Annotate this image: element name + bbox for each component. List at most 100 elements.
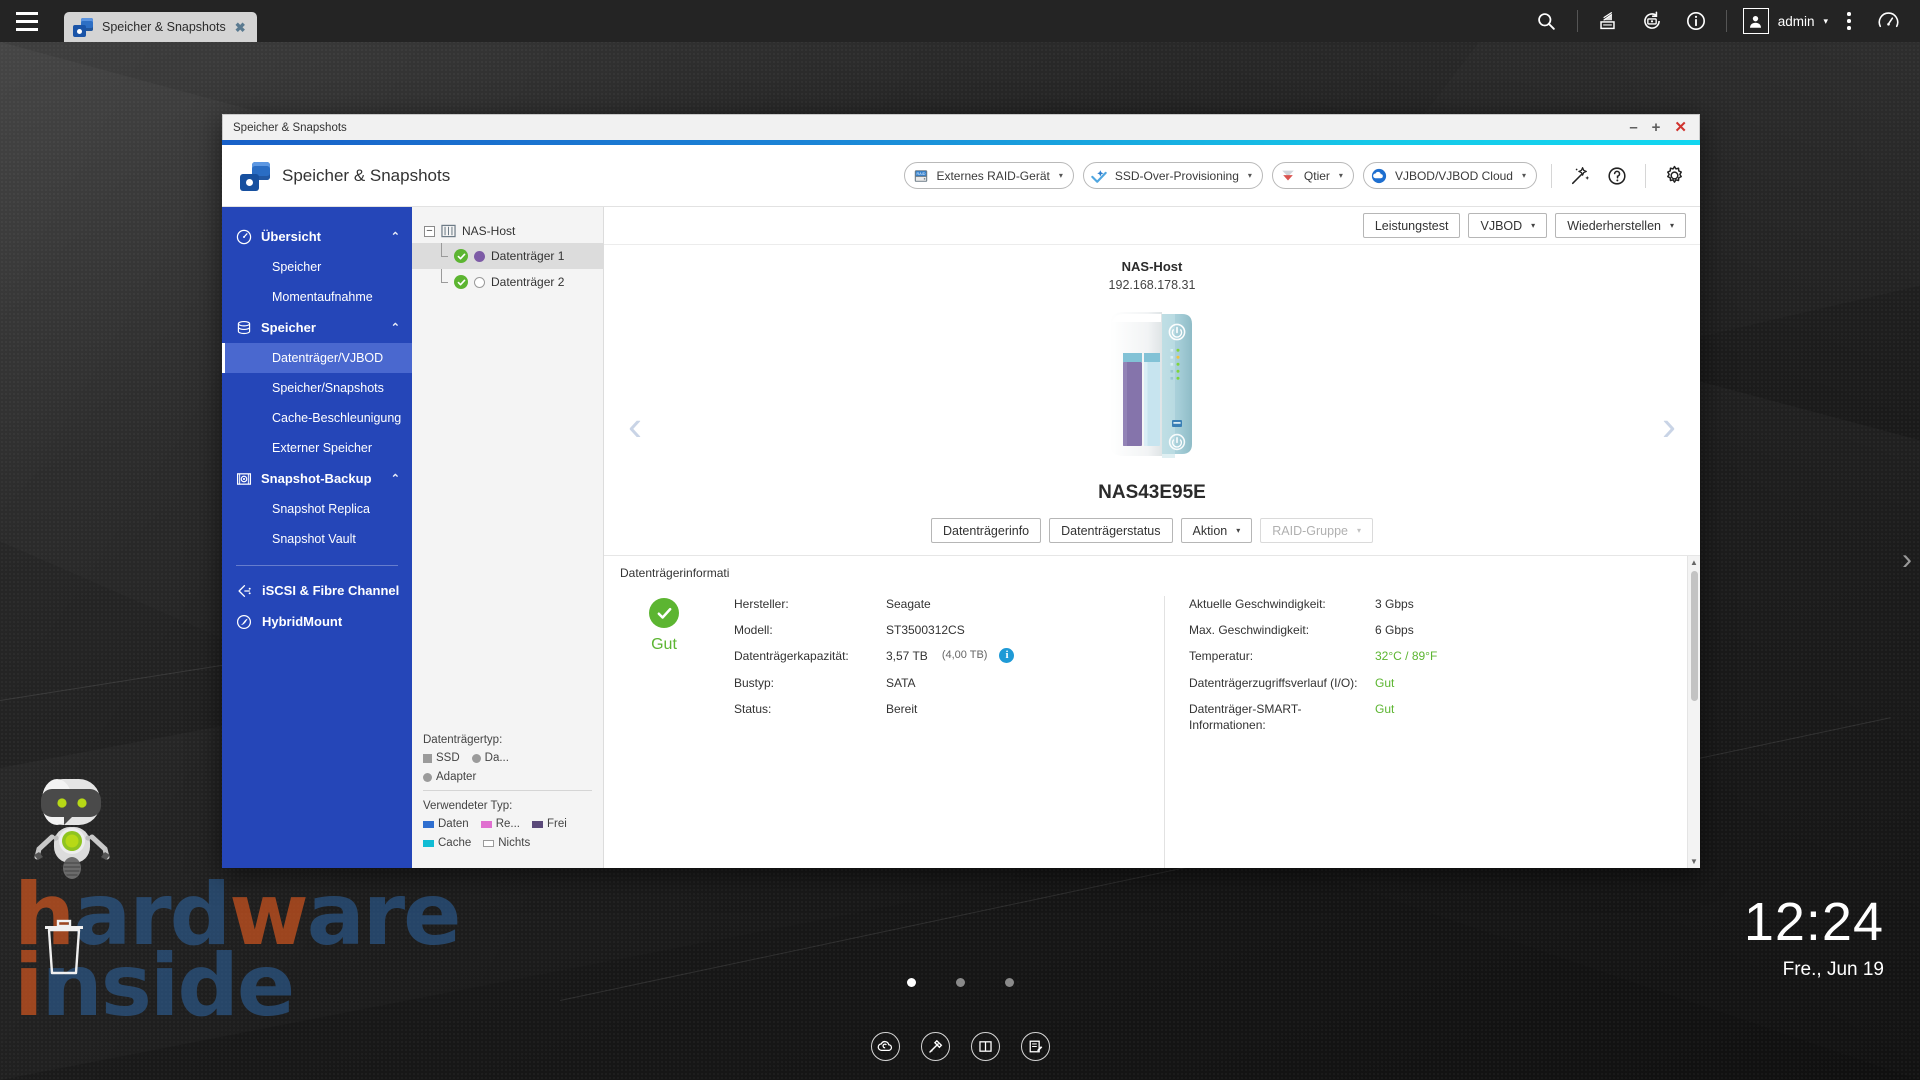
datentraegerstatus-button[interactable]: Datenträgerstatus [1049,518,1173,543]
search-icon[interactable] [1525,0,1569,42]
tree-elbow [438,243,448,269]
sidebar-item-snapshot-vault[interactable]: Snapshot Vault [222,524,412,554]
storage-disks-icon [235,319,252,336]
disk-info-left-column: Hersteller: Seagate Modell: ST3500312CS … [724,596,1164,868]
tree-node-nas-host[interactable]: − NAS-Host [412,219,603,243]
button-label: Leistungstest [1374,218,1449,233]
info-value: 3,57 TB [886,649,928,664]
help-question-icon[interactable] [1603,162,1631,190]
carousel-next-icon[interactable]: › [1662,405,1676,447]
taskbar-tab-speicher-snapshots[interactable]: Speicher & Snapshots ✖ [64,12,257,42]
app-header: Speicher & Snapshots RAID Externes RAID-… [222,145,1700,207]
close-icon[interactable]: ✖ [235,21,246,34]
nas-host-icon [441,224,456,238]
tree-node-datentraeger-2[interactable]: Datenträger 2 [412,269,603,295]
aktion-button[interactable]: Aktion ▾ [1180,518,1253,543]
chevron-down-icon: ▾ [1531,221,1536,230]
sidebar-group-label: Speicher [261,320,316,335]
chevron-up-icon: ⌃ [390,231,400,243]
info-row-modell: Modell: ST3500312CS [734,622,1144,638]
button-label: SSD-Over-Provisioning [1114,168,1239,183]
sidebar-item-speicher-snapshots[interactable]: Speicher/Snapshots [222,373,412,403]
scroll-up-icon[interactable]: ▲ [1688,556,1701,569]
sidebar-group-snapshot-backup[interactable]: Snapshot-Backup ⌃ [222,463,412,494]
info-scrollbar[interactable]: ▲ ▼ [1687,556,1700,868]
wizard-wand-icon[interactable] [1566,162,1594,190]
info-value: ST3500312CS [886,623,965,638]
vjbod-button[interactable]: VJBOD ▾ [1468,213,1548,238]
info-icon[interactable] [1674,0,1718,42]
page-dot[interactable] [955,978,965,987]
info-row-status: Status: Bereit [734,701,1144,717]
tree-collapse-toggle[interactable]: − [424,225,435,237]
watermark-text: are [306,865,462,965]
chevron-down-icon: ▾ [1236,526,1241,535]
overview-gauge-icon [235,228,252,245]
info-key: Hersteller: [734,597,789,611]
sidebar-item-snapshot-replica[interactable]: Snapshot Replica [222,494,412,524]
sidebar-item-cache-beschleunigung[interactable]: Cache-Beschleunigung [222,403,412,433]
leistungstest-button[interactable]: Leistungstest [1362,213,1461,238]
scrollbar-track[interactable] [1688,569,1701,855]
sidebar-divider [236,565,398,566]
maximize-button[interactable]: + [1652,120,1661,135]
cloud-icon[interactable] [870,1032,900,1061]
page-dot[interactable] [1004,978,1014,987]
user-menu[interactable]: admin ▾ [1735,8,1832,34]
sidebar-item-speicher-overview[interactable]: Speicher [222,252,412,282]
page-dot[interactable] [906,978,916,987]
button-label: Datenträgerstatus [1061,523,1161,538]
sidebar-item-hybridmount[interactable]: HybridMount [222,606,412,637]
username-label: admin [1777,13,1815,29]
scrollbar-thumb[interactable] [1690,571,1698,701]
sidebar-nav: Übersicht ⌃ Speicher Momentaufnahme Spei… [222,207,412,868]
hamburger-menu-icon[interactable] [0,0,54,42]
legend-item-frei: Frei [531,818,567,830]
device-host-name: NAS-Host [1121,259,1183,274]
sidebar-item-datentraeger-vjbod[interactable]: Datenträger/VJBOD [222,343,412,373]
tree-node-datentraeger-1[interactable]: Datenträger 1 [412,243,603,269]
disk-tree: − NAS-Host Datenträger 1 Datenträger 2 [412,207,603,724]
vjbod-cloud-button[interactable]: VJBOD/VJBOD Cloud ▾ [1362,162,1537,189]
ssd-overprovision-icon [1091,167,1108,184]
info-key: Datenträger-SMART-Informationen: [1189,701,1302,732]
desktop-next-page-icon[interactable]: › [1902,545,1912,575]
legend-divider [423,790,592,791]
ssd-overprovisioning-button[interactable]: SSD-Over-Provisioning ▾ [1082,162,1263,189]
tree-node-label: Datenträger 1 [491,249,565,263]
manual-icon[interactable] [970,1032,1000,1061]
nas-device-image[interactable] [604,308,1700,460]
legend-row: Adapter [423,771,592,783]
qtier-button[interactable]: Qtier ▾ [1271,162,1354,189]
minimize-button[interactable]: – [1629,120,1637,135]
external-device-icon[interactable] [1630,0,1674,42]
sidebar-item-label: Datenträger/VJBOD [272,351,384,365]
sidebar-item-momentaufnahme[interactable]: Momentaufnahme [222,282,412,312]
more-options-icon[interactable] [1832,0,1866,42]
chevron-down-icon: ▾ [1357,526,1362,535]
info-key: Bustyp: [734,675,775,690]
legend-label: Frei [546,818,567,830]
sidebar-group-speicher[interactable]: Speicher ⌃ [222,312,412,343]
close-button[interactable]: ✕ [1674,120,1687,135]
carousel-prev-icon[interactable]: ‹ [628,405,642,447]
disk-tree-panel: − NAS-Host Datenträger 1 Datenträger 2 D… [412,207,604,868]
legend-swatch [423,820,434,828]
scroll-down-icon[interactable]: ▼ [1688,855,1701,868]
wiederherstellen-button[interactable]: Wiederherstellen ▾ [1555,213,1686,238]
dashboard-gauge-icon[interactable] [1866,0,1910,42]
external-raid-device-button[interactable]: RAID Externes RAID-Gerät ▾ [904,162,1074,189]
settings-gear-icon[interactable] [1660,162,1688,190]
notes-icon[interactable] [1020,1032,1050,1061]
tools-icon[interactable] [920,1032,950,1061]
capacity-info-icon[interactable]: i [999,648,1015,664]
datentraegerinfo-button[interactable]: Datenträgerinfo [930,518,1042,543]
backgroundtask-icon[interactable] [1586,0,1630,42]
sidebar-group-uebersicht[interactable]: Übersicht ⌃ [222,221,412,252]
legend-label: Daten [438,818,469,830]
trash-icon[interactable] [40,915,88,977]
sidebar-item-iscsi-fibre-channel[interactable]: iSCSI & Fibre Channel [222,575,412,606]
window-titlebar[interactable]: Speicher & Snapshots – + ✕ [222,114,1700,140]
legend-swatch [423,839,434,847]
sidebar-item-externer-speicher[interactable]: Externer Speicher [222,433,412,463]
